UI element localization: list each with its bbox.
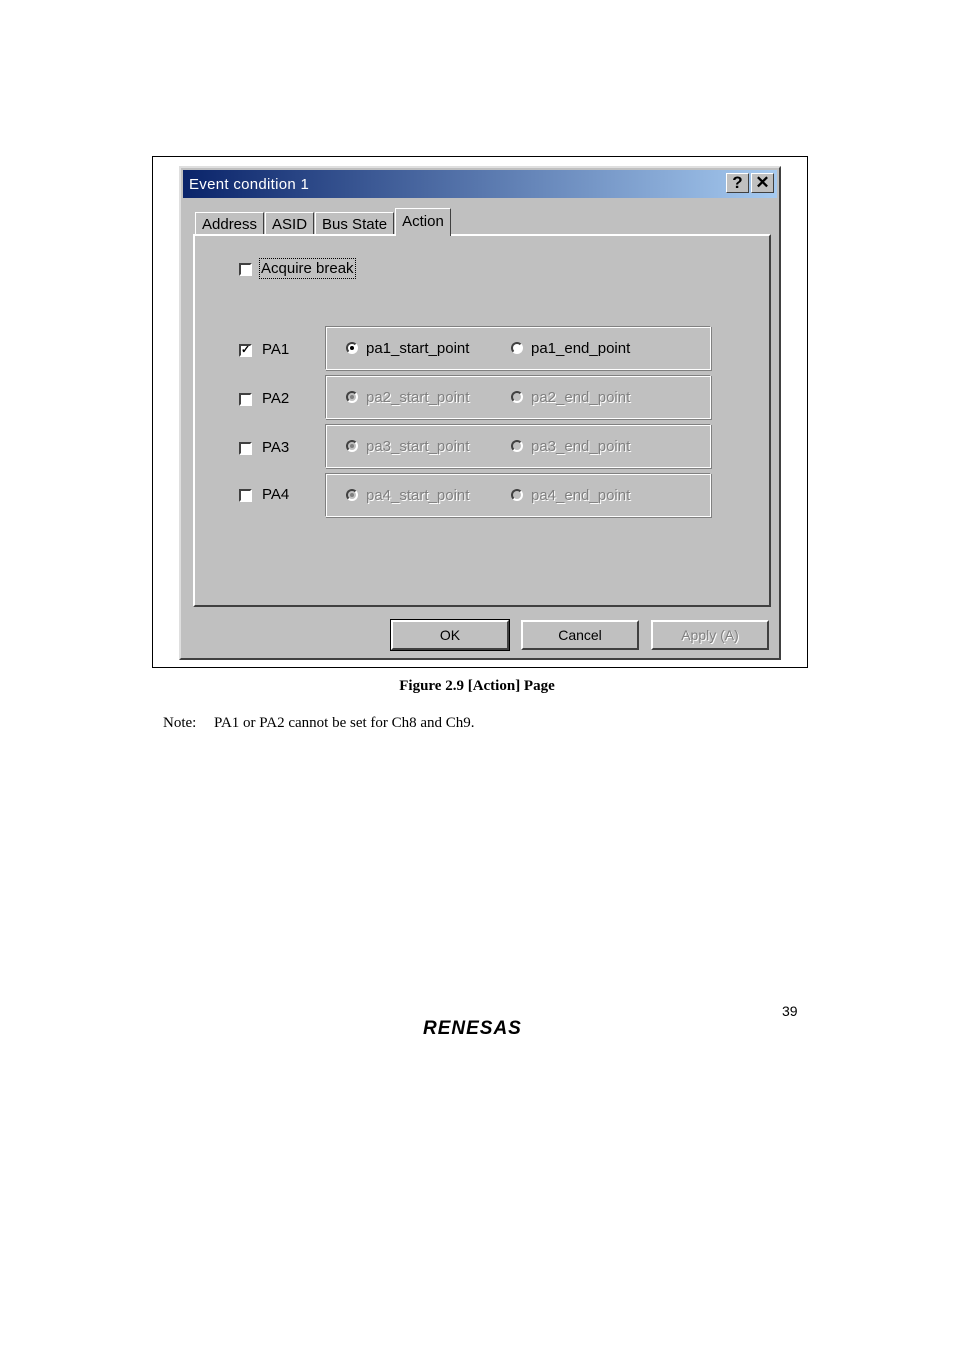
pa2-end-radio[interactable]: pa2_end_point	[511, 389, 630, 406]
pa3-end-radio[interactable]: pa3_end_point	[511, 438, 630, 455]
pa1-end-label: pa1_end_point	[531, 339, 631, 357]
action-page: Acquire break ✓ PA1 pa1_start_point pa1_…	[193, 234, 771, 607]
tab-asid[interactable]: ASID	[265, 212, 315, 236]
radio-selected-icon	[346, 489, 358, 501]
radio-selected-icon	[346, 440, 358, 452]
pa3-group: pa3_start_point pa3_end_point	[325, 424, 711, 468]
pa3-start-label: pa3_start_point	[366, 437, 470, 455]
ok-button[interactable]: OK	[390, 619, 510, 651]
event-condition-dialog: Event condition 1 ? ✕ Address ASID Bus S…	[179, 166, 781, 660]
pa4-end-label: pa4_end_point	[531, 486, 631, 504]
acquire-break-label[interactable]: Acquire break	[259, 258, 356, 279]
title-bar[interactable]: Event condition 1 ? ✕	[183, 170, 777, 198]
pa2-label[interactable]: PA2	[262, 390, 289, 407]
pa1-checkbox[interactable]: ✓	[239, 344, 252, 357]
pa2-checkbox[interactable]	[239, 393, 252, 406]
note-text: PA1 or PA2 cannot be set for Ch8 and Ch9…	[214, 715, 475, 731]
cancel-button[interactable]: Cancel	[521, 620, 639, 650]
apply-button[interactable]: Apply (A)	[651, 620, 769, 650]
pa1-group: pa1_start_point pa1_end_point	[325, 326, 711, 370]
tab-action[interactable]: Action	[395, 208, 451, 236]
radio-selected-icon	[346, 342, 358, 354]
page-number: 39	[782, 1003, 798, 1019]
pa4-group: pa4_start_point pa4_end_point	[325, 473, 711, 517]
radio-icon	[511, 489, 523, 501]
figure-caption: Figure 2.9 [Action] Page	[399, 678, 555, 694]
note: Note: PA1 or PA2 cannot be set for Ch8 an…	[163, 715, 475, 732]
pa1-label[interactable]: PA1	[262, 341, 289, 358]
radio-icon	[511, 342, 523, 354]
help-icon: ?	[732, 173, 743, 192]
pa1-start-radio[interactable]: pa1_start_point	[346, 340, 511, 357]
tab-strip: Address ASID Bus State Action	[195, 208, 452, 236]
radio-selected-icon	[346, 391, 358, 403]
acquire-break-checkbox[interactable]	[239, 263, 252, 276]
pa3-checkbox[interactable]	[239, 442, 252, 455]
close-icon: ✕	[755, 173, 770, 192]
tab-bus-state[interactable]: Bus State	[315, 212, 395, 236]
pa4-label[interactable]: PA4	[262, 486, 289, 503]
close-button[interactable]: ✕	[751, 173, 774, 193]
tab-address[interactable]: Address	[195, 212, 265, 236]
pa4-end-radio[interactable]: pa4_end_point	[511, 487, 630, 504]
pa4-start-radio[interactable]: pa4_start_point	[346, 487, 511, 504]
pa2-start-radio[interactable]: pa2_start_point	[346, 389, 511, 406]
pa2-end-label: pa2_end_point	[531, 388, 631, 406]
pa1-end-radio[interactable]: pa1_end_point	[511, 340, 630, 357]
pa3-start-radio[interactable]: pa3_start_point	[346, 438, 511, 455]
pa3-end-label: pa3_end_point	[531, 437, 631, 455]
pa4-start-label: pa4_start_point	[366, 486, 470, 504]
dialog-title: Event condition 1	[189, 175, 310, 193]
radio-icon	[511, 440, 523, 452]
pa4-checkbox[interactable]	[239, 489, 252, 502]
renesas-logo: RENESAS	[423, 1018, 522, 1039]
radio-icon	[511, 391, 523, 403]
pa1-start-label: pa1_start_point	[366, 339, 470, 357]
pa2-group: pa2_start_point pa2_end_point	[325, 375, 711, 419]
note-label: Note:	[163, 715, 197, 731]
help-button[interactable]: ?	[726, 173, 749, 193]
pa3-label[interactable]: PA3	[262, 439, 289, 456]
pa2-start-label: pa2_start_point	[366, 388, 470, 406]
